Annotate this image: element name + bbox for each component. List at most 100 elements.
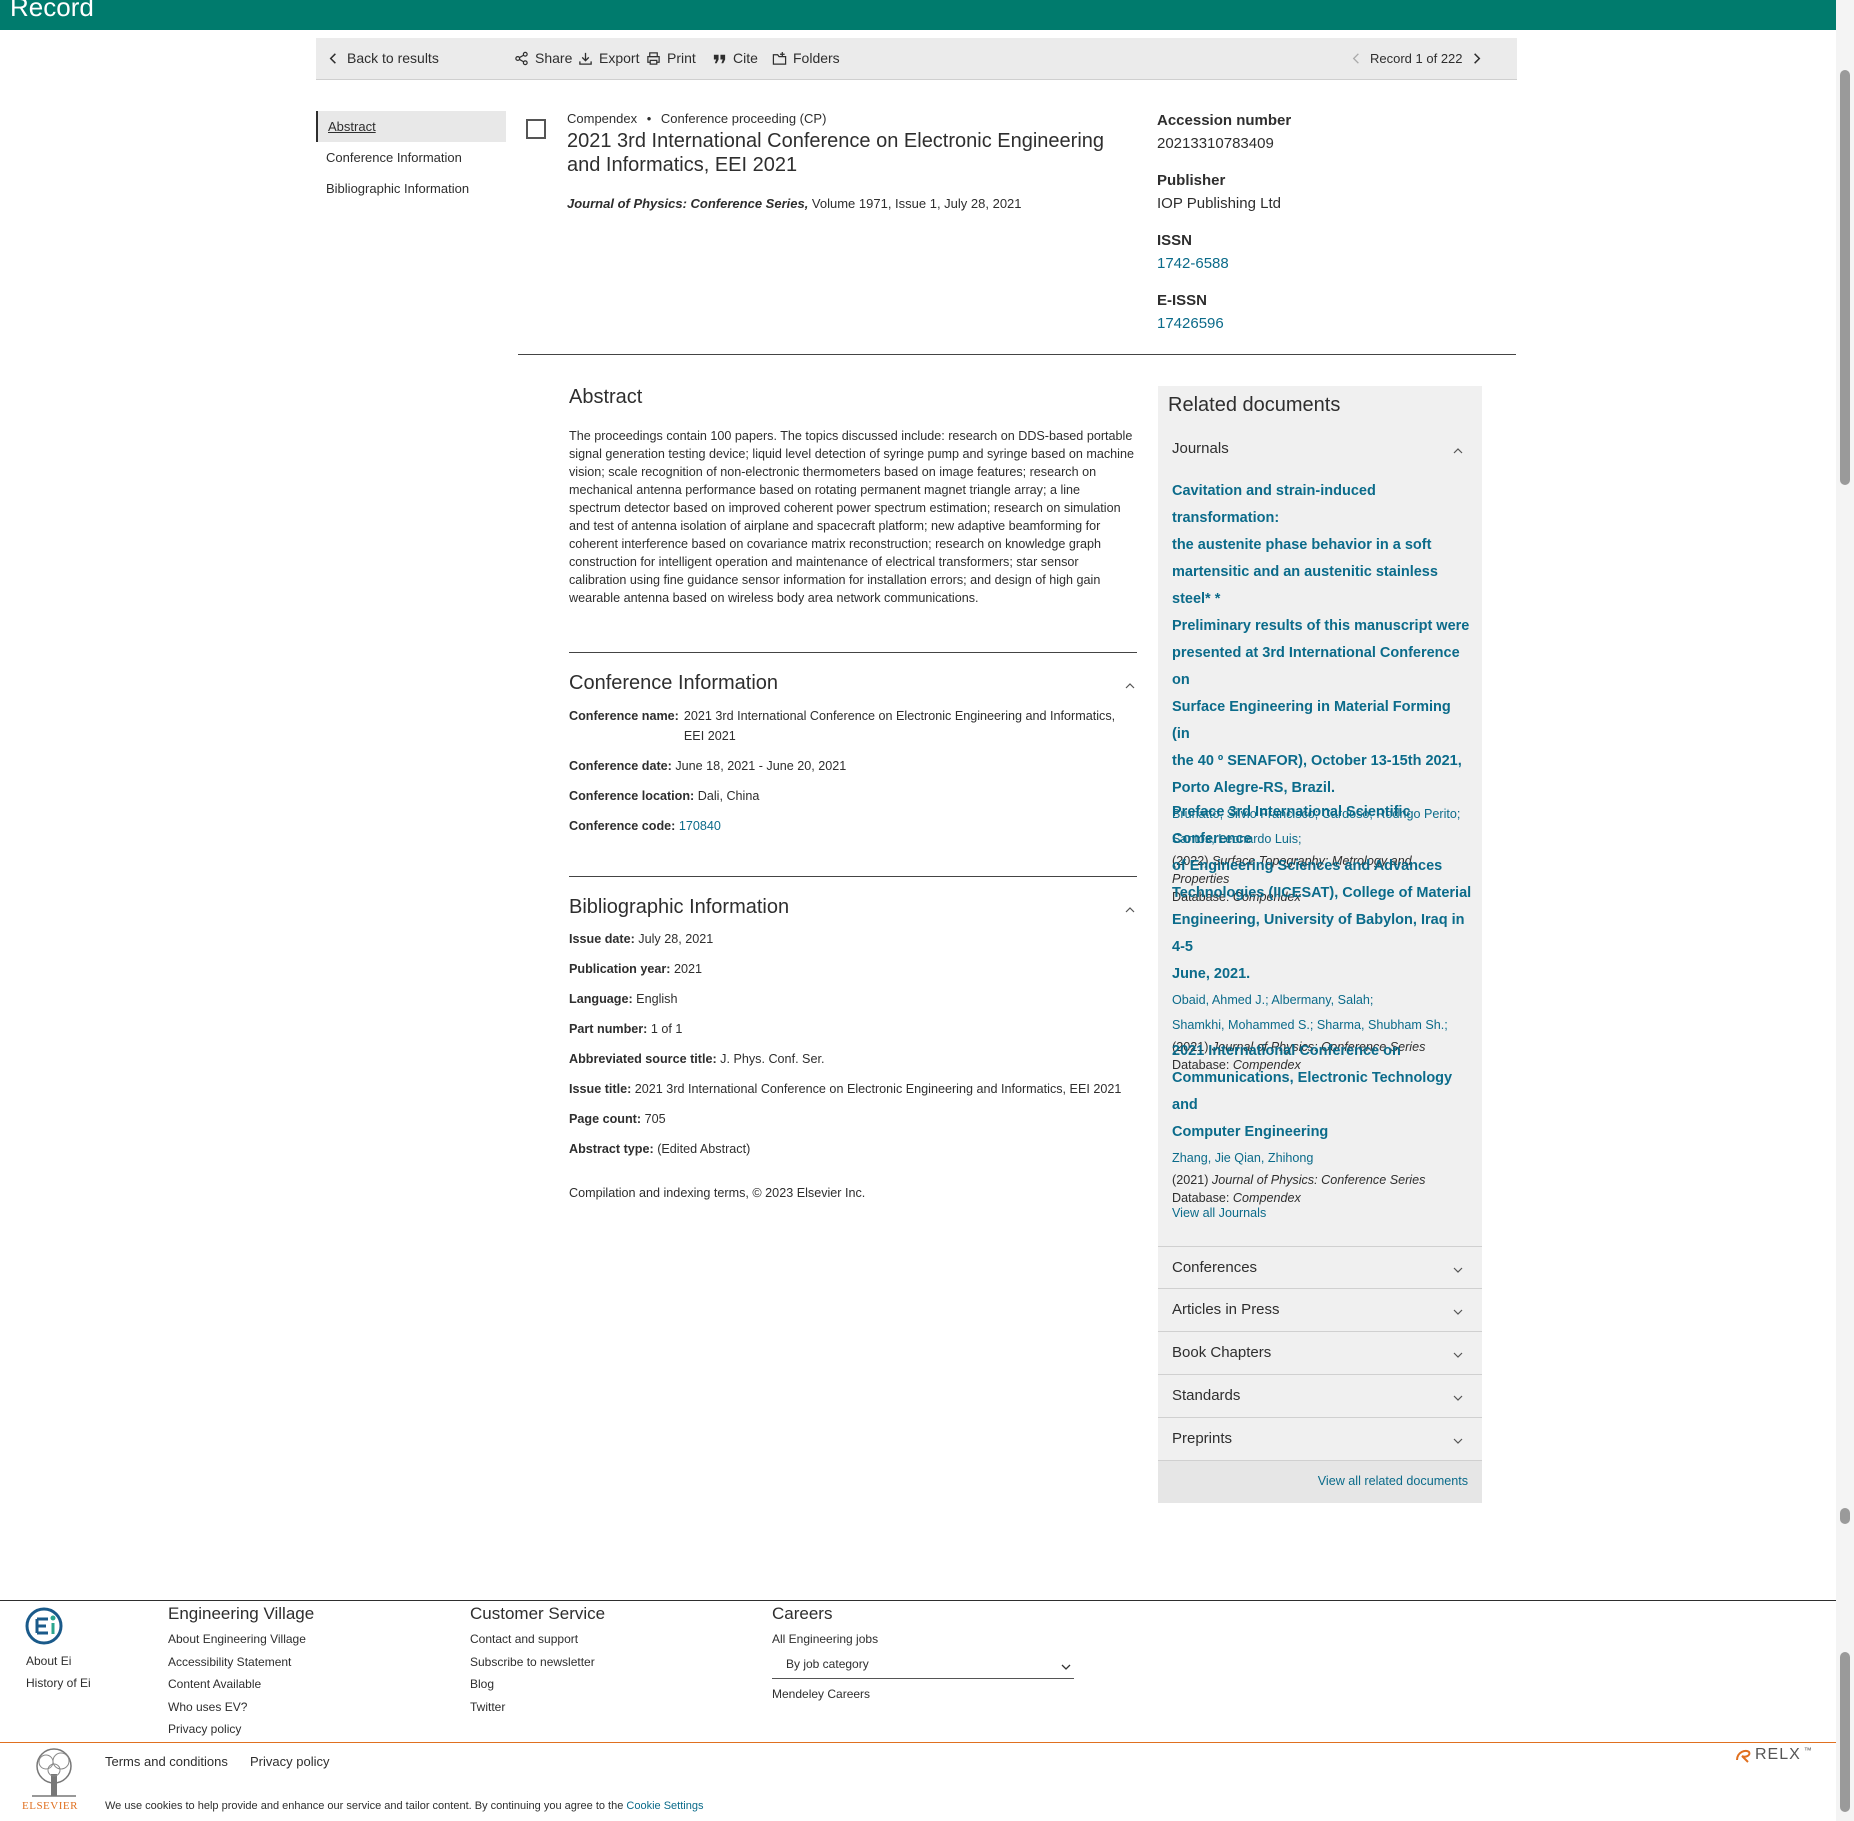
divider [569,876,1137,877]
footer-cs-column: Customer Service Contact and support Sub… [470,1604,605,1718]
page-count-value: 705 [644,1112,666,1126]
cs-heading: Customer Service [470,1604,606,1623]
export-button[interactable]: Export [578,48,639,68]
articles-in-press-accordion[interactable]: Articles in Press [1158,1289,1482,1332]
cite-label: Cite [733,50,758,66]
abstract-text: The proceedings contain 100 papers. The … [569,429,1134,605]
scrollbar-thumb[interactable] [1840,70,1850,485]
title-line: Cavitation and strain-induced transforma… [1172,483,1376,526]
share-button[interactable]: Share [514,48,572,68]
cite-button[interactable]: Cite [712,48,758,68]
conferences-accordion[interactable]: Conferences [1158,1246,1482,1289]
record-position: Record 1 of 222 [1370,50,1463,66]
eissn-link[interactable]: 17426596 [1157,315,1477,332]
title-line: 2021 International Conference on [1172,1043,1401,1059]
footer-link[interactable]: Who uses EV? [168,1696,314,1719]
author-line: Shamkhi, Mohammed S.; Sharma, Shubham Sh… [1172,1018,1448,1032]
related-doc-title[interactable]: 2021 International Conference on Communi… [1172,1038,1472,1146]
relx-wordmark: RELX [1755,1746,1801,1763]
accordion-label: Articles in Press [1172,1301,1280,1318]
database-name: Compendex [567,111,638,126]
preprints-accordion[interactable]: Preprints [1158,1418,1482,1461]
title-line: presented at 3rd International Conferenc… [1172,645,1460,688]
journals-accordion[interactable]: Journals [1158,428,1482,471]
accession-label: Accession number [1157,112,1292,129]
related-doc-title[interactable]: Preface 3rd International Scientific Con… [1172,799,1472,988]
conference-name-value: 2021 3rd International Conference on Ele… [683,709,1116,743]
folders-button[interactable]: Folders [772,48,840,68]
footer-accent-divider [0,1742,1836,1743]
standards-accordion[interactable]: Standards [1158,1375,1482,1418]
footer-link[interactable]: Contact and support [470,1628,605,1651]
footer-link[interactable]: About Engineering Village [168,1628,314,1651]
bibliographic-heading: Bibliographic Information [569,896,790,918]
terms-link[interactable]: Terms and conditions [105,1754,228,1769]
footer-link[interactable]: Mendeley Careers [772,1683,1074,1706]
language-value: English [636,992,678,1006]
title-line: martensitic and an austenitic stainless … [1172,564,1438,607]
footer-link[interactable]: Privacy policy [168,1718,314,1741]
cookie-settings-link[interactable]: Cookie Settings [626,1800,703,1812]
download-icon [579,52,592,65]
footer-link[interactable]: All Engineering jobs [772,1628,1074,1651]
nav-item-abstract[interactable]: Abstract [316,111,506,142]
book-chapters-accordion[interactable]: Book Chapters [1158,1332,1482,1375]
scrollbar-thumb[interactable] [1840,1508,1850,1524]
page-count-label: Page count: [569,1112,642,1126]
issue-title-label: Issue title: [569,1082,632,1096]
record-toolbar: Back to results Share Export Print Cite … [316,38,1517,80]
chevron-down-icon [1453,1395,1463,1401]
nav-item-bibliographic-information[interactable]: Bibliographic Information [316,173,506,204]
conference-date-field: Conference date: June 18, 2021 - June 20… [569,756,846,776]
chevron-up-icon[interactable] [1124,680,1136,692]
select-record-checkbox[interactable] [526,119,546,139]
related-doc-authors[interactable]: Zhang, Jie Qian, Zhihong [1172,1146,1472,1171]
biblio-field: Part number: 1 of 1 [569,1019,682,1039]
view-all-related-link[interactable]: View all related documents [1318,1474,1468,1488]
ev-heading: Engineering Village [168,1604,315,1623]
related-doc-title[interactable]: Cavitation and strain-induced transforma… [1172,478,1472,802]
printer-icon [647,51,660,65]
footer-link[interactable]: Twitter [470,1696,605,1719]
source-title: Journal of Physics: Conference Series, [567,196,809,211]
history-ei-link[interactable]: History of Ei [26,1672,91,1695]
chevron-right-icon[interactable] [1469,51,1484,66]
chevron-up-icon [1453,448,1463,454]
conference-date-label: Conference date: [569,759,672,773]
page-title: Record [10,0,94,22]
footer-link[interactable]: Blog [470,1673,605,1696]
biblio-field: Abstract type: (Edited Abstract) [569,1139,750,1159]
share-label: Share [535,50,573,66]
back-to-results-link[interactable]: Back to results [326,48,439,68]
page-scrollbar[interactable] [1836,0,1854,1821]
about-ei-link[interactable]: About Ei [26,1650,71,1673]
conference-location-field: Conference location: Dali, China [569,786,759,806]
print-button[interactable]: Print [646,48,696,68]
nav-item-conference-information[interactable]: Conference Information [316,142,506,173]
chevron-left-icon[interactable] [1349,51,1364,66]
biblio-field: Abbreviated source title: J. Phys. Conf.… [569,1049,824,1069]
related-doc: Preface 3rd International Scientific Con… [1172,799,1472,1074]
record-navigation: Record 1 of 222 [1349,48,1484,68]
privacy-link[interactable]: Privacy policy [250,1754,329,1769]
biblio-field: Issue date: July 28, 2021 [569,929,713,949]
author-line: Zhang, Jie Qian, Zhihong [1172,1151,1314,1165]
job-category-select[interactable]: By job category [772,1653,1074,1679]
conference-code-link[interactable]: 170840 [679,819,721,833]
folder-add-icon [772,51,787,65]
footer-link[interactable]: Subscribe to newsletter [470,1651,605,1674]
chevron-up-icon[interactable] [1124,904,1136,916]
related-documents-panel: Related documents Journals Cavitation an… [1158,386,1482,1503]
footer-link[interactable]: Accessibility Statement [168,1651,314,1674]
view-all-journals-link[interactable]: View all Journals [1172,1206,1266,1220]
title-line: Porto Alegre-RS, Brazil. [1172,780,1336,796]
scrollbar-thumb[interactable] [1840,1652,1850,1812]
chevron-down-icon [1453,1309,1463,1315]
related-doc-authors[interactable]: Obaid, Ahmed J.; Albermany, Salah; Shamk… [1172,988,1472,1038]
title-line: Surface Engineering in Material Forming … [1172,699,1451,742]
footer-link[interactable]: Content Available [168,1673,314,1696]
publisher-value: IOP Publishing Ltd [1157,195,1281,212]
issn-link[interactable]: 1742-6588 [1157,255,1477,272]
title-line: Technologies (IICESAT), College of Mater… [1172,885,1472,901]
divider [569,652,1137,653]
